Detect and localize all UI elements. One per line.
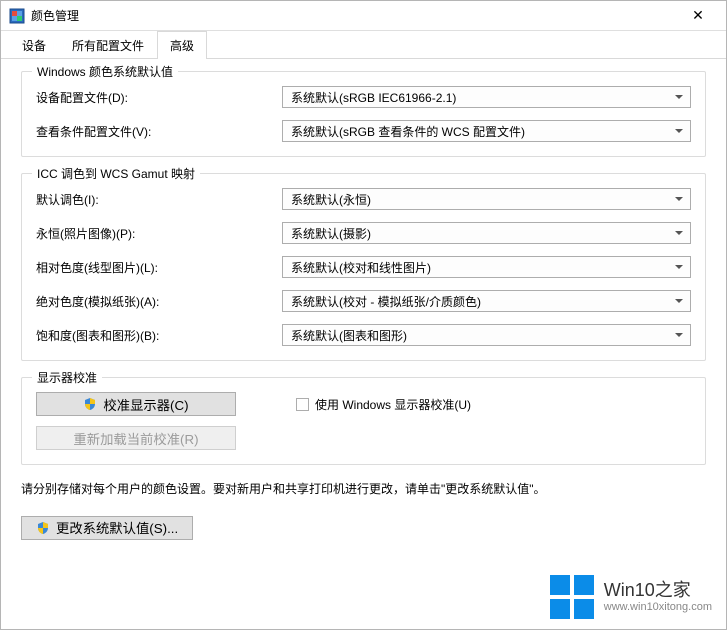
hint-text: 请分别存储对每个用户的颜色设置。要对新用户和共享打印机进行更改，请单击"更改系统… <box>21 481 706 498</box>
group-windows-defaults: Windows 颜色系统默认值 设备配置文件(D): 系统默认(sRGB IEC… <box>21 71 706 157</box>
label-absolute-colorimetric: 绝对色度(模拟纸张)(A): <box>36 293 282 310</box>
label-default-intent: 默认调色(I): <box>36 191 282 208</box>
windows-logo-icon <box>550 575 594 619</box>
change-system-defaults-button[interactable]: 更改系统默认值(S)... <box>21 516 193 540</box>
select-viewing-profile-value: 系统默认(sRGB 查看条件的 WCS 配置文件) <box>291 123 525 140</box>
reload-calibration-button: 重新加载当前校准(R) <box>36 426 236 450</box>
checkbox-box <box>296 398 309 411</box>
group-legend-icc: ICC 调色到 WCS Gamut 映射 <box>32 165 200 182</box>
calibrate-display-label: 校准显示器(C) <box>103 395 188 414</box>
tab-devices[interactable]: 设备 <box>9 31 59 59</box>
use-windows-calibration-checkbox[interactable]: 使用 Windows 显示器校准(U) <box>296 396 471 413</box>
label-relative-colorimetric: 相对色度(线型图片)(L): <box>36 259 282 276</box>
watermark-url: www.win10xitong.com <box>604 601 712 615</box>
select-default-intent[interactable]: 系统默认(永恒) <box>282 188 691 210</box>
tab-advanced[interactable]: 高级 <box>157 31 207 59</box>
watermark: Win10之家 www.win10xitong.com <box>550 575 712 619</box>
use-windows-calibration-label: 使用 Windows 显示器校准(U) <box>315 396 471 413</box>
watermark-title: Win10之家 <box>604 579 712 602</box>
reload-calibration-label: 重新加载当前校准(R) <box>73 429 198 448</box>
window-title: 颜色管理 <box>31 7 79 24</box>
tab-all-profiles[interactable]: 所有配置文件 <box>59 31 157 59</box>
label-viewing-profile: 查看条件配置文件(V): <box>36 123 282 140</box>
select-relative-colorimetric[interactable]: 系统默认(校对和线性图片) <box>282 256 691 278</box>
close-button[interactable]: ✕ <box>678 1 718 31</box>
group-legend-defaults: Windows 颜色系统默认值 <box>32 63 178 80</box>
select-perceptual[interactable]: 系统默认(摄影) <box>282 222 691 244</box>
change-system-defaults-label: 更改系统默认值(S)... <box>56 518 178 537</box>
calibrate-display-button[interactable]: 校准显示器(C) <box>36 392 236 416</box>
label-saturation: 饱和度(图表和图形)(B): <box>36 327 282 344</box>
select-saturation[interactable]: 系统默认(图表和图形) <box>282 324 691 346</box>
shield-icon <box>83 397 97 411</box>
shield-icon <box>36 521 50 535</box>
select-absolute-colorimetric[interactable]: 系统默认(校对 - 模拟纸张/介质颜色) <box>282 290 691 312</box>
select-perceptual-value: 系统默认(摄影) <box>291 225 371 242</box>
group-display-calibration: 显示器校准 校准显示器(C) 使用 Windows 显示器校准(U) <box>21 377 706 465</box>
select-saturation-value: 系统默认(图表和图形) <box>291 327 407 344</box>
label-perceptual: 永恒(照片图像)(P): <box>36 225 282 242</box>
select-device-profile-value: 系统默认(sRGB IEC61966-2.1) <box>291 89 456 106</box>
label-device-profile: 设备配置文件(D): <box>36 89 282 106</box>
group-legend-calibration: 显示器校准 <box>32 369 102 386</box>
app-icon <box>9 8 25 24</box>
select-device-profile[interactable]: 系统默认(sRGB IEC61966-2.1) <box>282 86 691 108</box>
group-icc-mapping: ICC 调色到 WCS Gamut 映射 默认调色(I): 系统默认(永恒) 永… <box>21 173 706 361</box>
tab-strip: 设备 所有配置文件 高级 <box>1 31 726 59</box>
select-viewing-profile[interactable]: 系统默认(sRGB 查看条件的 WCS 配置文件) <box>282 120 691 142</box>
select-default-intent-value: 系统默认(永恒) <box>291 191 371 208</box>
select-relative-colorimetric-value: 系统默认(校对和线性图片) <box>291 259 431 276</box>
select-absolute-colorimetric-value: 系统默认(校对 - 模拟纸张/介质颜色) <box>291 293 481 310</box>
